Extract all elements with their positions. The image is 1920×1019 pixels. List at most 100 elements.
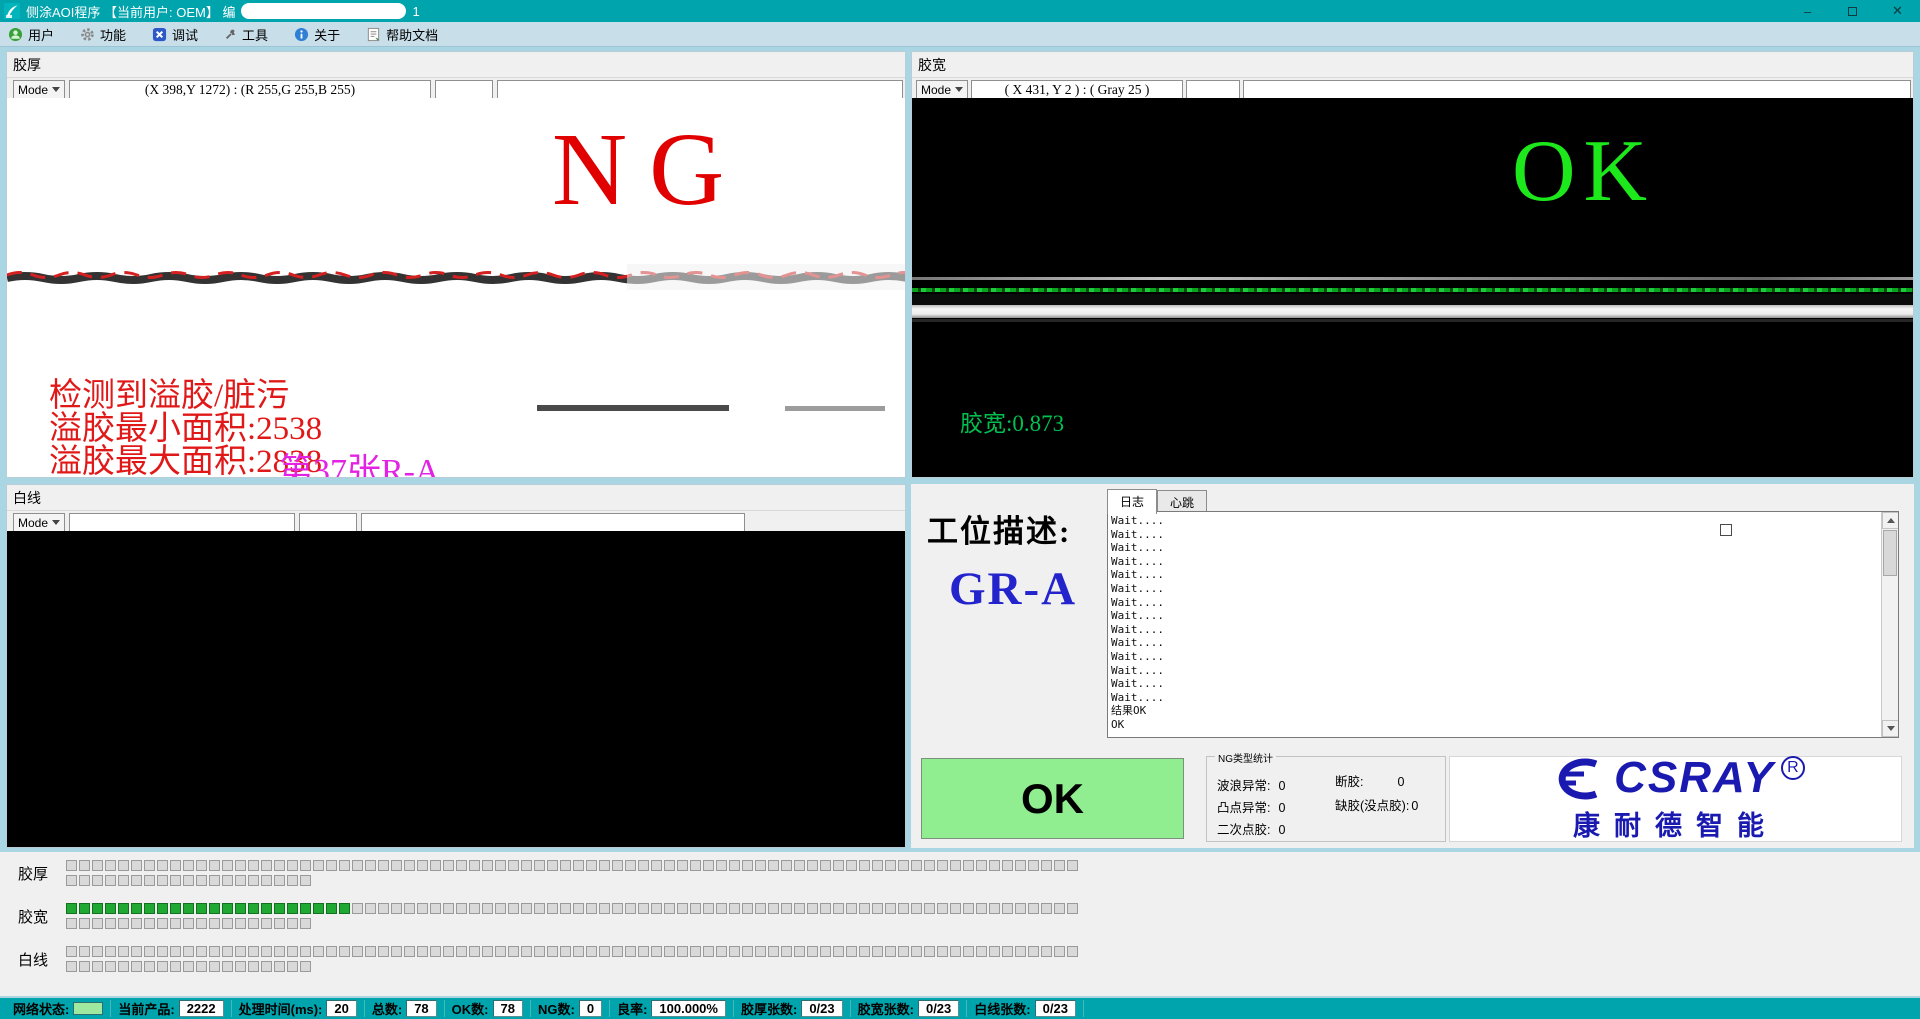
minimize-button[interactable]: –: [1785, 0, 1830, 22]
progress-square: [170, 860, 181, 871]
value-box-small[interactable]: [435, 80, 493, 99]
maximize-button[interactable]: [1830, 0, 1875, 22]
progress-square: [404, 860, 415, 871]
white-line-image[interactable]: [7, 531, 905, 847]
stat-double-dispense: 二次点胶:0: [1217, 819, 1285, 838]
log-entry[interactable]: Wait....: [1111, 514, 1898, 528]
frame-tag-text: 第37张R-A: [279, 443, 440, 477]
log-entry[interactable]: Wait....: [1111, 677, 1898, 691]
log-checkbox[interactable]: [1720, 524, 1732, 536]
progress-square: [924, 946, 935, 957]
progress-square: [274, 961, 285, 972]
log-entry[interactable]: Wait....: [1111, 582, 1898, 596]
overall-result-button[interactable]: OK: [921, 758, 1184, 839]
log-entry[interactable]: Wait....: [1111, 555, 1898, 569]
progress-square: [79, 903, 90, 914]
log-entry[interactable]: Wait....: [1111, 528, 1898, 542]
progress-square: [625, 903, 636, 914]
log-entry[interactable]: 结果OK: [1111, 704, 1898, 718]
pixel-coords-readout[interactable]: (X 398,Y 1272) : (R 255,G 255,B 255): [69, 80, 431, 99]
menu-item-function[interactable]: 功能: [80, 25, 126, 44]
progress-square: [690, 946, 701, 957]
progress-square: [222, 860, 233, 871]
log-entry[interactable]: OK: [1111, 718, 1898, 732]
progress-square: [105, 903, 116, 914]
scroll-thumb[interactable]: [1883, 530, 1897, 576]
progress-square: [443, 946, 454, 957]
mode-label: Mode: [18, 516, 48, 530]
progress-square: [131, 961, 142, 972]
progress-square: [1067, 946, 1078, 957]
value-box-small[interactable]: [299, 513, 357, 532]
progress-square: [963, 903, 974, 914]
pixel-coords-readout[interactable]: [69, 513, 295, 532]
progress-square: [976, 903, 987, 914]
progress-square: [118, 946, 129, 957]
log-entry[interactable]: Wait....: [1111, 541, 1898, 555]
progress-square: [144, 860, 155, 871]
value-box-wide[interactable]: [361, 513, 745, 532]
glue-thickness-image[interactable]: NG 检测到溢胶/脏污 溢胶最小面积:2538 溢胶最大面积:2838 第37张…: [7, 98, 905, 477]
value-box-wide[interactable]: [1243, 80, 1911, 99]
log-entry[interactable]: Wait....: [1111, 691, 1898, 705]
value-box-small[interactable]: [1186, 80, 1240, 99]
log-entry[interactable]: Wait....: [1111, 664, 1898, 678]
menu-item-help[interactable]: 帮助文档: [366, 25, 438, 44]
log-entry[interactable]: Wait....: [1111, 568, 1898, 582]
mode-dropdown[interactable]: Mode: [916, 80, 968, 99]
menu-item-tools[interactable]: 工具: [224, 25, 268, 44]
progress-square: [963, 946, 974, 957]
mode-dropdown[interactable]: Mode: [13, 513, 65, 532]
progress-square: [573, 860, 584, 871]
progress-square: [1028, 946, 1039, 957]
progress-square: [144, 946, 155, 957]
log-entry[interactable]: Wait....: [1111, 609, 1898, 623]
progress-square: [599, 946, 610, 957]
progress-square: [196, 946, 207, 957]
progress-group-width: 胶宽: [18, 901, 1920, 931]
progress-group-whiteline: 白线: [18, 944, 1920, 974]
scroll-up-button[interactable]: [1882, 512, 1899, 529]
progress-square: [66, 903, 77, 914]
menu-item-debug[interactable]: 调试: [152, 25, 198, 44]
status-label: 总数:: [372, 999, 402, 1018]
scroll-down-button[interactable]: [1882, 720, 1899, 737]
log-entry[interactable]: Wait....: [1111, 636, 1898, 650]
progress-label: 白线: [18, 949, 66, 970]
progress-square: [898, 946, 909, 957]
mode-dropdown[interactable]: Mode: [13, 80, 65, 99]
progress-square: [339, 903, 350, 914]
log-scrollbar[interactable]: [1881, 512, 1898, 737]
progress-square: [131, 918, 142, 929]
progress-square: [66, 961, 77, 972]
progress-square: [170, 961, 181, 972]
value-box-wide[interactable]: [497, 80, 903, 99]
progress-square: [287, 875, 298, 886]
tab-log[interactable]: 日志: [1107, 489, 1157, 514]
menu-item-user[interactable]: 用户: [8, 25, 54, 44]
progress-square: [872, 946, 883, 957]
progress-square: [833, 860, 844, 871]
progress-square: [872, 860, 883, 871]
progress-square: [729, 946, 740, 957]
menu-item-about[interactable]: 关于: [294, 25, 340, 44]
progress-row: [66, 916, 1080, 931]
progress-square: [911, 903, 922, 914]
progress-square: [664, 946, 675, 957]
glue-width-image[interactable]: OK 胶宽:0.873: [912, 98, 1913, 477]
pixel-coords-readout[interactable]: ( X 431, Y 2 ) : ( Gray 25 ): [971, 80, 1183, 99]
triangle-down-icon: [1887, 726, 1895, 731]
close-button[interactable]: ✕: [1875, 0, 1920, 22]
progress-square: [482, 860, 493, 871]
white-line-title: 白线: [7, 485, 905, 511]
status-label: 胶宽张数:: [858, 999, 914, 1018]
progress-square: [495, 860, 506, 871]
log-entry[interactable]: Wait....: [1111, 596, 1898, 610]
log-entry[interactable]: Wait....: [1111, 623, 1898, 637]
progress-square: [92, 875, 103, 886]
progress-square: [300, 903, 311, 914]
status-value: 78: [406, 1000, 436, 1017]
log-entry[interactable]: Wait....: [1111, 650, 1898, 664]
log-list[interactable]: Wait....Wait....Wait....Wait....Wait....…: [1107, 511, 1899, 738]
progress-square: [105, 875, 116, 886]
